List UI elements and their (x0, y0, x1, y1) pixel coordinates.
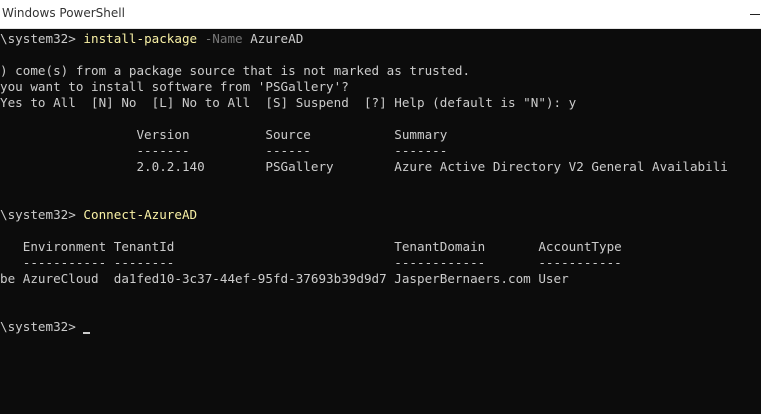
output-text: Version Source Summary (0, 127, 448, 142)
output-text: Yes to All [N] No [L] No to All [S] Susp… (0, 95, 577, 110)
output-text: 2.0.2.140 PSGallery Azure Active Directo… (0, 159, 728, 174)
console-line: Environment TenantId TenantDomain Accoun… (0, 239, 622, 255)
console-line: ----------- -------- ------------ ------… (0, 255, 622, 271)
console-line: \system32> Connect-AzureAD (0, 207, 197, 223)
console-line: \system32> (0, 319, 91, 335)
minimize-button[interactable] (740, 0, 761, 29)
powershell-window: Windows PowerShell \system32> install-pa… (0, 0, 761, 414)
output-text: be AzureCloud da1fed10-3c37-44ef-95fd-37… (0, 271, 569, 286)
output-text: you want to install software from 'PSGal… (0, 79, 349, 94)
output-text: ) come(s) from a package source that is … (0, 63, 471, 78)
output-text: ----------- -------- ------------ ------… (0, 255, 622, 270)
console-line: 2.0.2.140 PSGallery Azure Active Directo… (0, 159, 728, 175)
parameter-text: -Name (197, 31, 243, 46)
console-line: Version Source Summary (0, 127, 447, 143)
output-text: \system32> (0, 207, 84, 222)
output-text: Environment TenantId TenantDomain Accoun… (0, 239, 622, 254)
text-cursor (83, 332, 91, 334)
minimize-icon (750, 14, 760, 15)
output-text: \system32> (0, 31, 84, 46)
output-text: \system32> (0, 319, 84, 334)
command-text: Connect-AzureAD (83, 207, 198, 222)
console-line: ------- ------ ------- (0, 143, 447, 159)
output-text: AzureAD (242, 31, 304, 46)
title-bar[interactable]: Windows PowerShell (0, 0, 761, 29)
output-text: ------- ------ ------- (0, 143, 448, 158)
console-line: you want to install software from 'PSGal… (0, 79, 349, 95)
command-text: install-package (83, 31, 198, 46)
console-line: be AzureCloud da1fed10-3c37-44ef-95fd-37… (0, 271, 569, 287)
console-output[interactable]: \system32> install-package -Name AzureAD… (0, 29, 761, 414)
console-line: Yes to All [N] No [L] No to All [S] Susp… (0, 95, 576, 111)
console-line: ) come(s) from a package source that is … (0, 63, 470, 79)
console-line: \system32> install-package -Name AzureAD (0, 31, 303, 47)
window-title: Windows PowerShell (2, 6, 125, 20)
